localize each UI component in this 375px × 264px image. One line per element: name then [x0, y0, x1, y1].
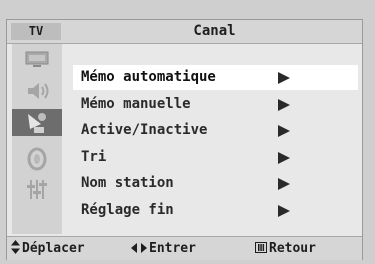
- channel-antenna-icon[interactable]: [12, 109, 62, 136]
- return-label: Retour: [269, 241, 316, 256]
- enter-label: Entrer: [149, 241, 196, 256]
- menu-button-icon: [255, 237, 267, 260]
- channel-menu: Mémo automatique Mémo manuelle Active/In…: [73, 65, 358, 225]
- submenu-arrow-icon: [278, 151, 290, 164]
- submenu-arrow-icon: [278, 125, 290, 138]
- menu-title: Canal: [193, 23, 236, 39]
- submenu-arrow-icon: [278, 98, 290, 111]
- tv-osd-menu: TV Canal Mémo automatique Mémo manuelle …: [6, 19, 363, 260]
- move-label: Déplacer: [22, 241, 85, 256]
- menu-item-reglage-fin[interactable]: Réglage fin: [73, 198, 358, 223]
- category-icon-column: [12, 44, 62, 234]
- menu-item-label: Mémo automatique: [81, 69, 216, 85]
- menu-item-memo-automatique[interactable]: Mémo automatique: [73, 65, 358, 90]
- menu-item-tri[interactable]: Tri: [73, 145, 358, 170]
- menu-item-label: Active/Inactive: [81, 122, 208, 139]
- menu-item-label: Mémo manuelle: [81, 95, 191, 112]
- move-hint: Déplacer: [11, 237, 85, 260]
- submenu-arrow-icon: [278, 204, 290, 217]
- timer-icon[interactable]: [12, 145, 62, 172]
- title-bar: TV Canal: [7, 20, 362, 44]
- enter-hint: Entrer: [131, 237, 196, 260]
- help-bar: Déplacer Entrer Retour: [7, 236, 362, 260]
- tv-tab[interactable]: TV: [11, 23, 61, 40]
- sound-icon[interactable]: [12, 78, 62, 105]
- menu-item-active-inactive[interactable]: Active/Inactive: [73, 118, 358, 143]
- left-right-arrows-icon: [131, 237, 147, 260]
- menu-item-memo-manuelle[interactable]: Mémo manuelle: [73, 92, 358, 117]
- menu-item-label: Nom station: [81, 175, 174, 192]
- menu-item-nom-station[interactable]: Nom station: [73, 171, 358, 196]
- return-hint: Retour: [255, 237, 316, 260]
- setup-sliders-icon[interactable]: [12, 175, 62, 202]
- submenu-arrow-icon: [278, 72, 290, 84]
- menu-item-label: Tri: [81, 148, 107, 165]
- up-down-arrows-icon: [11, 237, 20, 260]
- submenu-arrow-icon: [278, 178, 290, 191]
- menu-item-label: Réglage fin: [81, 201, 174, 218]
- picture-icon[interactable]: [12, 46, 62, 73]
